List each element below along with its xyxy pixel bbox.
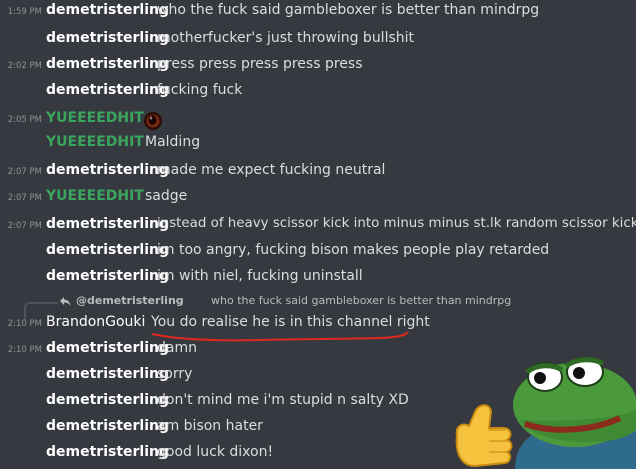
message-text: good luck dixon! [157,444,274,460]
message-text: motherfucker's just throwing bullshit [157,30,415,46]
username[interactable]: demetristerling [46,162,169,178]
message-row: 2:07 PM demetristerling made me expect f… [0,160,636,184]
message-text: damn [157,340,197,356]
username[interactable]: demetristerling [46,82,169,98]
timestamp: 2:07 PM [7,221,42,231]
message-text: Malding [145,134,201,150]
message-text: im too angry, fucking bison makes people… [157,242,550,258]
username[interactable]: demetristerling [46,216,169,232]
username[interactable]: BrandonGouki [46,314,145,330]
message-text: You do realise he is in this channel rig… [151,314,430,330]
message-row: demetristerling motherfucker's just thro… [0,28,636,52]
username[interactable]: demetristerling [46,56,169,72]
timestamp: 2:02 PM [7,61,42,71]
username[interactable]: YUEEEEDHIT [46,134,144,150]
username[interactable]: demetristerling [46,242,169,258]
message-text: sadge [145,188,188,204]
message-row: demetristerling im too angry, fucking bi… [0,240,636,264]
username[interactable]: demetristerling [46,2,169,18]
message-row: YUEEEEDHIT Malding [0,132,636,156]
message-text: sorry [157,366,193,382]
username[interactable]: demetristerling [46,366,169,382]
username[interactable]: demetristerling [46,268,169,284]
message-row: 2:07 PM demetristerling instead of heavy… [0,214,636,238]
timestamp: 2:10 PM [7,345,42,355]
timestamp: 2:07 PM [7,167,42,177]
message-text: don't mind me i'm stupid n salty XD [157,392,409,408]
message-row: 2:02 PM demetristerling press press pres… [0,54,636,78]
message-text: am bison hater [157,418,263,434]
message-text: made me expect fucking neutral [157,162,386,178]
reply-author[interactable]: @demetristerling [76,294,184,307]
username[interactable]: demetristerling [46,444,169,460]
reply-text: who the fuck said gambleboxer is better … [211,294,512,307]
username[interactable]: YUEEEEDHIT [46,110,144,126]
timestamp: 2:10 PM [7,319,42,329]
message-text: who the fuck said gambleboxer is better … [157,2,540,18]
message-row: demetristerling im with niel, fucking un… [0,266,636,290]
message-row: 1:59 PM demetristerling who the fuck sai… [0,0,636,24]
message-row: demetristerling fucking fuck [0,80,636,104]
message-text: press press press press press [157,56,363,72]
pepe-thumbs-up-sticker [455,357,636,469]
username[interactable]: demetristerling [46,30,169,46]
username[interactable]: demetristerling [46,340,169,356]
reply-arrow-icon [60,297,71,306]
message-text: fucking fuck [157,82,243,98]
custom-emoji-icon [144,112,162,130]
message-text: im with niel, fucking uninstall [157,268,363,284]
timestamp: 2:07 PM [7,193,42,203]
reply-preview[interactable]: @demetristerling who the fuck said gambl… [0,292,636,320]
message-row: 2:07 PM YUEEEEDHIT sadge [0,186,636,210]
message-row: 2:05 PM YUEEEEDHIT [0,108,636,132]
message-text: instead of heavy scissor kick into minus… [157,216,636,231]
username[interactable]: demetristerling [46,418,169,434]
timestamp: 2:05 PM [7,115,42,125]
username[interactable]: YUEEEEDHIT [46,188,144,204]
timestamp: 1:59 PM [7,7,42,17]
username[interactable]: demetristerling [46,392,169,408]
